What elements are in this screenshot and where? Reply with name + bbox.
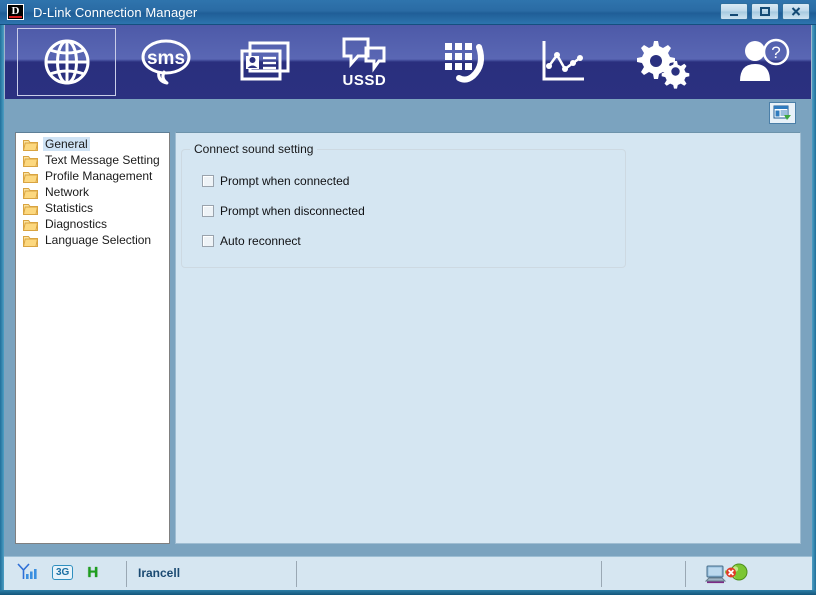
window-title: D-Link Connection Manager (33, 4, 198, 20)
toolbar-item-dialer[interactable] (414, 28, 513, 96)
folder-icon (23, 139, 38, 151)
dlink-logo-letter: D (11, 4, 20, 17)
window-frame-bottom (0, 590, 816, 595)
checkbox-label: Prompt when connected (220, 174, 350, 188)
tree-item-general[interactable]: General (16, 136, 169, 152)
status-bar: 3G H Irancell (4, 556, 812, 590)
tree-item-profile-management[interactable]: Profile Management (16, 168, 169, 184)
svg-text:?: ? (772, 43, 781, 62)
maximize-button[interactable] (751, 3, 779, 20)
tree-item-label: Diagnostics (45, 217, 108, 231)
tree-item-diagnostics[interactable]: Diagnostics (16, 216, 169, 232)
tree-item-label: Language Selection (45, 233, 152, 247)
window-controls (720, 3, 810, 20)
tree-item-statistics[interactable]: Statistics (16, 200, 169, 216)
disconnect-mark (726, 567, 736, 578)
folder-icon (23, 155, 38, 167)
dlink-logo-icon[interactable]: D (7, 4, 24, 20)
person-help-icon: ? (740, 38, 790, 81)
toolbar-item-settings[interactable] (613, 28, 712, 96)
status-divider (685, 561, 686, 587)
signal-bars-icon (17, 563, 37, 579)
tree-item-label: General (43, 137, 90, 151)
document-export-button[interactable] (769, 102, 796, 124)
tree-item-language-selection[interactable]: Language Selection (16, 232, 169, 248)
folder-icon (23, 171, 38, 183)
toolbar-item-ussd[interactable]: USSD (315, 28, 414, 96)
folder-icon (23, 235, 38, 247)
status-divider (296, 561, 297, 587)
minimize-icon (730, 13, 738, 16)
status-divider (601, 561, 602, 587)
checkbox-label: Auto reconnect (220, 234, 301, 248)
maximize-icon (760, 7, 770, 16)
connect-sound-setting-group: Connect sound setting Prompt when connec… (181, 142, 626, 268)
window-frame-right (812, 0, 816, 595)
contacts-icon (240, 41, 290, 81)
body-area: General Text Message Setting Profile Man… (4, 99, 812, 556)
title-bar[interactable]: D D-Link Connection Manager (0, 0, 816, 25)
tree-item-text-message-setting[interactable]: Text Message Setting (16, 152, 169, 168)
close-button[interactable] (782, 3, 810, 20)
toolbar-item-sms[interactable]: sms (116, 28, 215, 96)
tree-item-label: Statistics (45, 201, 94, 215)
folder-icon (23, 219, 38, 231)
checkbox-box[interactable] (202, 175, 214, 187)
folder-icon (23, 187, 38, 199)
svg-text:sms: sms (147, 48, 185, 69)
document-export-icon (773, 105, 791, 120)
settings-tree[interactable]: General Text Message Setting Profile Man… (15, 132, 170, 544)
group-title: Connect sound setting (190, 142, 318, 156)
chart-icon (542, 41, 584, 81)
status-indicators: 3G H (16, 563, 98, 582)
toolbar-item-statistics[interactable] (513, 28, 612, 96)
tree-item-label: Text Message Setting (45, 153, 160, 167)
dlink-logo-underline (9, 16, 22, 18)
checkbox-prompt-when-disconnected[interactable]: Prompt when disconnected (202, 204, 365, 218)
checkbox-box[interactable] (202, 235, 214, 247)
checkbox-auto-reconnect[interactable]: Auto reconnect (202, 234, 301, 248)
ussd-icon (342, 37, 386, 73)
hsdpa-badge: H (87, 564, 99, 581)
connection-status-icon (704, 563, 751, 590)
settings-content-panel: Connect sound setting Prompt when connec… (175, 132, 801, 544)
toolbar-item-phonebook[interactable] (216, 28, 315, 96)
checkbox-label: Prompt when disconnected (220, 204, 365, 218)
gears-icon (637, 41, 690, 89)
tree-item-network[interactable]: Network (16, 184, 169, 200)
network-type-badge: 3G (52, 565, 74, 580)
status-divider (126, 561, 127, 587)
application-window: D D-Link Connection Manager sms USSD ? G… (0, 0, 816, 595)
main-toolbar: sms USSD ? (4, 25, 812, 99)
checkbox-prompt-when-connected[interactable]: Prompt when connected (202, 174, 349, 188)
sms-icon: sms (141, 39, 191, 85)
minimize-button[interactable] (720, 3, 748, 20)
folder-icon (23, 203, 38, 215)
tree-item-label: Network (45, 185, 90, 199)
toolbar-item-ussd-label: USSD (342, 72, 387, 89)
toolbar-item-help[interactable]: ? (712, 28, 811, 96)
close-icon (791, 7, 801, 16)
computer-disconnected-globe-icon (704, 563, 748, 584)
carrier-name: Irancell (138, 566, 181, 580)
tree-item-label: Profile Management (45, 169, 153, 183)
keypad-phone-icon (444, 43, 484, 83)
checkbox-box[interactable] (202, 205, 214, 217)
globe-icon (44, 39, 90, 85)
toolbar-item-connection[interactable] (17, 28, 117, 96)
